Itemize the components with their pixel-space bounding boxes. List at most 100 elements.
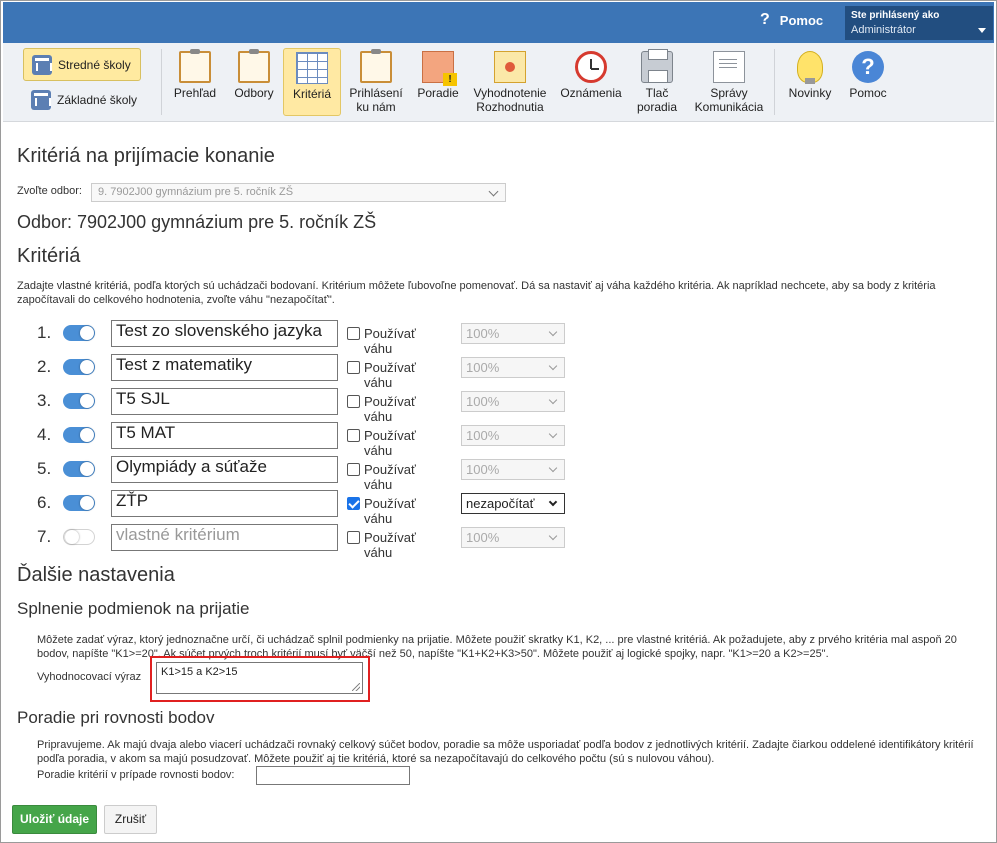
use-weight-checkbox[interactable] (347, 497, 360, 510)
tool-tlac-poradia[interactable]: Tlač poradia (631, 48, 683, 116)
weight-select[interactable]: 100% (461, 357, 565, 378)
use-weight-label: Používať váhu (364, 530, 416, 560)
criterion-toggle[interactable] (63, 393, 95, 409)
tool-spravy[interactable]: Správy Komunikácia (689, 48, 769, 116)
weight-select[interactable]: 100% (461, 527, 565, 548)
weight-select[interactable]: 100% (461, 323, 565, 344)
use-weight-checkbox[interactable] (347, 531, 360, 544)
criterion-name-input[interactable]: vlastné kritérium (111, 524, 338, 551)
tool-label: Oznámenia (560, 86, 622, 100)
chevron-down-icon (548, 429, 558, 439)
table-grid-icon (296, 52, 328, 84)
tool-prehlad[interactable]: Prehľad (169, 48, 221, 116)
odbor-select[interactable]: 9. 7902J00 gymnázium pre 5. ročník ZŠ (91, 183, 506, 202)
tool-label: Poradie (417, 86, 459, 100)
criterion-name: Test zo slovenského jazyka (116, 321, 322, 340)
tool-label: Vyhodnotenie Rozhodnutia (473, 86, 547, 114)
weight-select[interactable]: 100% (461, 425, 565, 446)
use-weight-checkbox[interactable] (347, 361, 360, 374)
tool-vyhodnotenie[interactable]: Vyhodnotenie Rozhodnutia (469, 48, 551, 116)
criterion-toggle[interactable] (63, 495, 95, 511)
criterion-name: vlastné kritérium (116, 525, 240, 544)
school-type-label: Základné školy (57, 93, 138, 107)
chevron-down-icon (548, 497, 558, 507)
use-weight-checkbox[interactable] (347, 327, 360, 340)
save-button[interactable]: Uložiť údaje (12, 805, 97, 834)
top-bar: ? Pomoc Ste prihlásený ako Administrátor (3, 2, 994, 43)
tie-description: Pripravujeme. Ak majú dvaja alebo viacer… (37, 739, 974, 765)
weight-select[interactable]: nezapočítať (461, 493, 565, 514)
help-circle-icon: ? (852, 51, 884, 83)
weight-value: 100% (466, 530, 500, 545)
weight-value: 100% (466, 326, 500, 341)
criterion-toggle[interactable] (63, 325, 95, 341)
school-building-icon (31, 90, 51, 110)
criterion-number: 6. (37, 493, 52, 512)
tool-label: Prehľad (173, 86, 217, 100)
user-name: Administrátor (851, 24, 916, 36)
criterion-toggle[interactable] (63, 461, 95, 477)
school-type-label: Stredné školy (58, 57, 131, 72)
use-weight-label: Používať váhu (364, 360, 416, 390)
criterion-name-input[interactable]: T5 MAT (111, 422, 338, 449)
weight-value: 100% (466, 360, 500, 375)
use-weight-checkbox[interactable] (347, 395, 360, 408)
printer-icon (641, 49, 673, 83)
criterion-name-input[interactable]: ZŤP (111, 490, 338, 517)
tool-novinky[interactable]: Novinky (784, 48, 836, 116)
tool-prihlaseni[interactable]: Prihlásení ku nám (344, 48, 408, 116)
tie-heading: Poradie pri rovnosti bodov (17, 708, 215, 727)
help-link[interactable]: ? Pomoc (760, 11, 823, 29)
criterion-toggle[interactable] (63, 529, 95, 545)
toolbar-divider (161, 49, 162, 115)
user-menu[interactable]: Ste prihlásený ako Administrátor (845, 6, 993, 40)
school-type-stredne-button[interactable]: Stredné školy (23, 48, 141, 81)
weight-select[interactable]: 100% (461, 391, 565, 412)
odbor-heading: Odbor: 7902J00 gymnázium pre 5. ročník Z… (17, 212, 377, 232)
chevron-down-icon (548, 361, 558, 371)
clipboard-check-icon (360, 49, 392, 83)
use-weight-label: Používať váhu (364, 428, 416, 458)
criterion-number: 4. (37, 425, 52, 444)
criterion-name: Test z matematiky (116, 355, 253, 374)
kriteria-description: Zadajte vlastné kritériá, podľa ktorých … (17, 280, 936, 306)
school-type-zakladne-button[interactable]: Základné školy (31, 90, 137, 110)
chevron-down-icon (548, 327, 558, 337)
criterion-name-input[interactable]: Olympiády a súťaže (111, 456, 338, 483)
tie-input[interactable] (256, 766, 410, 785)
chevron-down-icon (548, 395, 558, 405)
tool-oznamenia[interactable]: Oznámenia (557, 48, 625, 116)
criterion-name-input[interactable]: Test z matematiky (111, 354, 338, 381)
weight-select[interactable]: 100% (461, 459, 565, 480)
tool-pomoc[interactable]: ? Pomoc (842, 48, 894, 116)
page-lines-icon (713, 51, 745, 83)
tool-label: Pomoc (849, 86, 887, 100)
criterion-name-input[interactable]: Test zo slovenského jazyka (111, 320, 338, 347)
clipboard-eye-icon (179, 49, 211, 83)
cancel-button[interactable]: Zrušiť (104, 805, 157, 834)
use-weight-label: Používať váhu (364, 496, 416, 526)
clock-history-icon (575, 51, 607, 83)
weight-value: nezapočítať (466, 496, 535, 511)
use-weight-label: Používať váhu (364, 462, 416, 492)
criterion-number: 5. (37, 459, 52, 478)
chevron-down-icon (488, 186, 499, 197)
use-weight-checkbox[interactable] (347, 463, 360, 476)
criterion-number: 7. (37, 527, 52, 546)
criterion-name: Olympiády a súťaže (116, 457, 267, 476)
tool-kriteria[interactable]: Kritériá (283, 48, 341, 116)
tool-label: Prihlásení ku nám (349, 86, 403, 114)
tool-label: Správy Komunikácia (694, 86, 764, 114)
certificate-icon (494, 51, 526, 83)
tool-label: Kritériá (292, 87, 331, 101)
weight-value: 100% (466, 462, 500, 477)
criterion-toggle[interactable] (63, 359, 95, 375)
use-weight-checkbox[interactable] (347, 429, 360, 442)
criterion-name: ZŤP (116, 491, 149, 510)
criterion-toggle[interactable] (63, 427, 95, 443)
tool-poradie[interactable]: Poradie (412, 48, 464, 116)
criterion-number: 2. (37, 357, 52, 376)
criterion-number: 1. (37, 323, 52, 342)
tool-odbory[interactable]: Odbory (228, 48, 280, 116)
criterion-name-input[interactable]: T5 SJL (111, 388, 338, 415)
